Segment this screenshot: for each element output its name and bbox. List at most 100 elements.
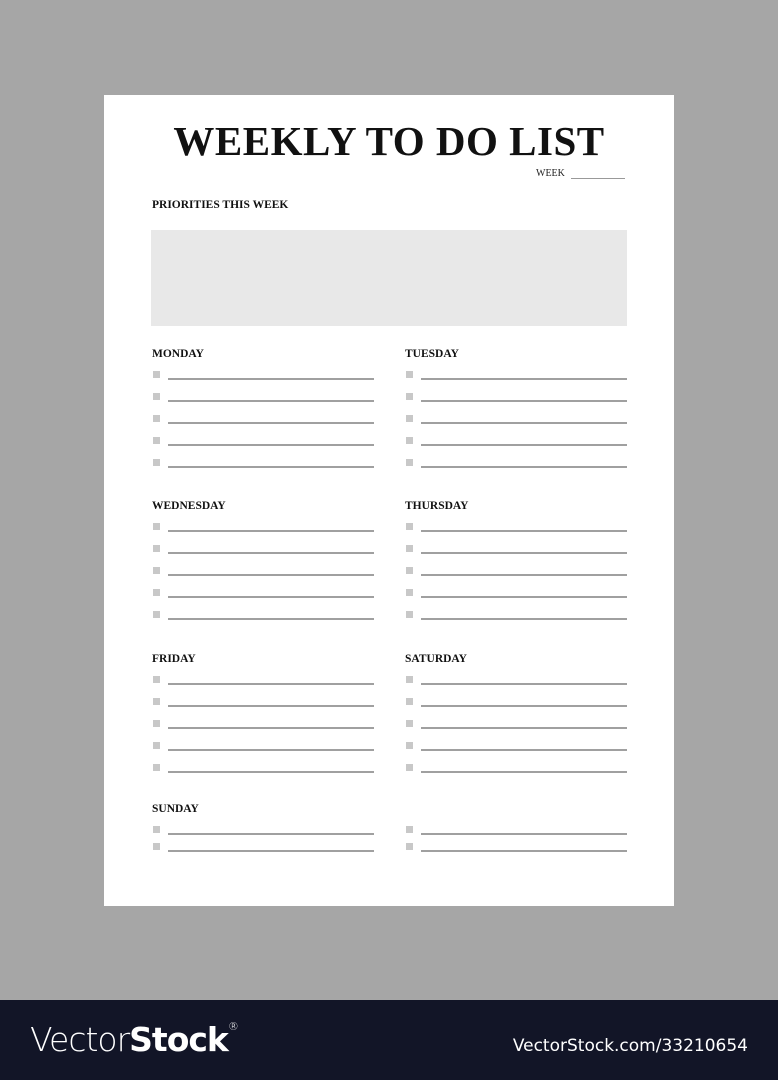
task-checkbox[interactable] xyxy=(406,415,413,422)
task-checkbox[interactable] xyxy=(153,676,160,683)
day-block-thursday: THURSDAY xyxy=(405,499,627,631)
task-line[interactable] xyxy=(168,833,374,835)
task-row xyxy=(405,718,627,740)
planner-page: WEEKLY TO DO LIST WEEK PRIORITIES THIS W… xyxy=(104,95,674,906)
week-input-line[interactable] xyxy=(571,178,625,179)
task-checkbox[interactable] xyxy=(153,545,160,552)
task-line[interactable] xyxy=(421,705,627,707)
priorities-label: PRIORITIES THIS WEEK xyxy=(152,199,289,211)
task-line[interactable] xyxy=(168,683,374,685)
vectorstock-logo: VectorStock® xyxy=(30,1020,239,1059)
task-row xyxy=(405,457,627,479)
task-line[interactable] xyxy=(168,552,374,554)
task-line[interactable] xyxy=(168,400,374,402)
task-checkbox[interactable] xyxy=(406,459,413,466)
task-row xyxy=(152,609,374,631)
day-title: THURSDAY xyxy=(405,500,469,512)
task-line[interactable] xyxy=(168,771,374,773)
task-checkbox[interactable] xyxy=(406,589,413,596)
task-row xyxy=(405,435,627,457)
task-checkbox[interactable] xyxy=(406,742,413,749)
task-checkbox[interactable] xyxy=(153,764,160,771)
task-checkbox[interactable] xyxy=(153,589,160,596)
task-line[interactable] xyxy=(421,771,627,773)
task-line[interactable] xyxy=(421,530,627,532)
task-checkbox[interactable] xyxy=(153,459,160,466)
task-checkbox[interactable] xyxy=(406,611,413,618)
task-checkbox[interactable] xyxy=(153,826,160,833)
task-line[interactable] xyxy=(421,378,627,380)
task-line[interactable] xyxy=(168,850,374,852)
day-block-friday: FRIDAY xyxy=(152,652,374,784)
task-checkbox[interactable] xyxy=(153,393,160,400)
task-checkbox[interactable] xyxy=(406,545,413,552)
task-row xyxy=(405,609,627,631)
task-checkbox[interactable] xyxy=(153,415,160,422)
task-line[interactable] xyxy=(421,466,627,468)
task-row xyxy=(152,391,374,413)
day-block-extra xyxy=(405,802,627,858)
task-checkbox[interactable] xyxy=(406,720,413,727)
task-checkbox[interactable] xyxy=(153,611,160,618)
task-checkbox[interactable] xyxy=(153,567,160,574)
task-checkbox[interactable] xyxy=(406,567,413,574)
task-row xyxy=(152,457,374,479)
task-row xyxy=(152,740,374,762)
priorities-box[interactable] xyxy=(151,230,627,326)
task-line[interactable] xyxy=(168,444,374,446)
task-checkbox[interactable] xyxy=(406,523,413,530)
task-checkbox[interactable] xyxy=(406,826,413,833)
task-line[interactable] xyxy=(168,422,374,424)
task-line[interactable] xyxy=(421,596,627,598)
task-row xyxy=(405,696,627,718)
task-row xyxy=(152,521,374,543)
task-line[interactable] xyxy=(421,833,627,835)
day-block-saturday: SATURDAY xyxy=(405,652,627,784)
task-line[interactable] xyxy=(421,444,627,446)
task-checkbox[interactable] xyxy=(153,523,160,530)
task-line[interactable] xyxy=(168,596,374,598)
task-line[interactable] xyxy=(421,749,627,751)
task-line[interactable] xyxy=(168,530,374,532)
task-line[interactable] xyxy=(421,422,627,424)
task-checkbox[interactable] xyxy=(153,371,160,378)
task-line[interactable] xyxy=(421,618,627,620)
footer-bar: VectorStock® VectorStock.com/33210654 xyxy=(0,1000,778,1080)
task-line[interactable] xyxy=(168,466,374,468)
task-row xyxy=(152,587,374,609)
day-title: MONDAY xyxy=(152,348,204,360)
task-checkbox[interactable] xyxy=(153,843,160,850)
task-line[interactable] xyxy=(421,727,627,729)
task-row xyxy=(405,762,627,784)
task-line[interactable] xyxy=(168,749,374,751)
task-line[interactable] xyxy=(421,683,627,685)
task-row xyxy=(152,413,374,435)
day-title: TUESDAY xyxy=(405,348,459,360)
task-line[interactable] xyxy=(168,574,374,576)
task-line[interactable] xyxy=(168,378,374,380)
task-row xyxy=(405,674,627,696)
task-line[interactable] xyxy=(168,705,374,707)
task-row xyxy=(405,587,627,609)
task-checkbox[interactable] xyxy=(153,742,160,749)
task-row xyxy=(152,762,374,784)
task-checkbox[interactable] xyxy=(406,437,413,444)
footer-url: VectorStock.com/33210654 xyxy=(512,1036,748,1056)
task-line[interactable] xyxy=(421,400,627,402)
task-checkbox[interactable] xyxy=(153,720,160,727)
task-checkbox[interactable] xyxy=(153,437,160,444)
task-line[interactable] xyxy=(421,850,627,852)
task-line[interactable] xyxy=(168,618,374,620)
task-row xyxy=(152,718,374,740)
task-line[interactable] xyxy=(168,727,374,729)
task-checkbox[interactable] xyxy=(406,676,413,683)
task-row xyxy=(152,565,374,587)
task-checkbox[interactable] xyxy=(406,371,413,378)
task-checkbox[interactable] xyxy=(153,698,160,705)
task-checkbox[interactable] xyxy=(406,393,413,400)
task-checkbox[interactable] xyxy=(406,764,413,771)
task-line[interactable] xyxy=(421,574,627,576)
task-checkbox[interactable] xyxy=(406,843,413,850)
task-checkbox[interactable] xyxy=(406,698,413,705)
task-line[interactable] xyxy=(421,552,627,554)
